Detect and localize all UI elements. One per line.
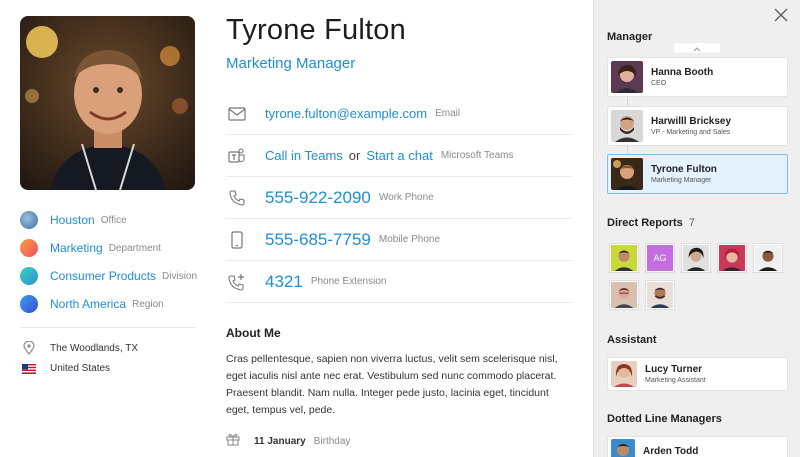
avatar: [611, 361, 637, 387]
profile-facts: Houston Office Marketing Department Cons…: [20, 206, 198, 318]
start-chat-link[interactable]: Start a chat: [366, 148, 432, 163]
direct-reports-count: 7: [688, 217, 695, 229]
direct-reports-label: Direct Reports: [607, 217, 683, 229]
chevron-up-icon: [693, 39, 701, 57]
avatar: [611, 439, 635, 457]
assistant-card[interactable]: Lucy Turner Marketing Assistant: [607, 357, 788, 391]
mobile-icon: [226, 229, 248, 251]
avatar: [611, 110, 643, 142]
card-name: Lucy Turner: [645, 364, 703, 375]
extension-label: Phone Extension: [310, 276, 387, 287]
contact-work-phone: 555-922-2090 Work Phone: [226, 177, 572, 219]
card-name: Arden Todd: [643, 445, 699, 457]
fact-department: Marketing Department: [20, 234, 196, 262]
manager-heading: Manager: [607, 31, 653, 43]
call-in-teams-link[interactable]: Call in Teams: [265, 148, 343, 163]
expand-chain-button[interactable]: [674, 43, 720, 53]
facts-divider: [20, 327, 196, 328]
contact-extension: 4321 Phone Extension: [226, 261, 572, 303]
assistant-heading: Assistant: [607, 334, 657, 346]
department-label: Department: [108, 242, 161, 254]
direct-report-avatar[interactable]: [753, 243, 783, 273]
card-title: VP - Marketing and Sales: [651, 129, 731, 136]
birthday-row: 11 January Birthday: [226, 432, 350, 451]
birthday-date: 11 January: [254, 436, 306, 447]
division-link[interactable]: Consumer Products: [50, 269, 156, 283]
direct-report-avatar[interactable]: [609, 243, 639, 273]
teams-or-text: or: [348, 148, 361, 163]
region-link[interactable]: North America: [50, 297, 126, 311]
direct-report-avatar[interactable]: [717, 243, 747, 273]
work-phone-label: Work Phone: [378, 192, 434, 203]
mobile-phone-label: Mobile Phone: [378, 234, 441, 245]
mobile-phone-link[interactable]: 555-685-7759: [265, 230, 371, 250]
teams-label: Microsoft Teams: [440, 150, 514, 161]
manager-card[interactable]: Hanna Booth CEO: [607, 57, 788, 97]
office-link[interactable]: Houston: [50, 213, 95, 227]
card-title: CEO: [651, 80, 667, 87]
fact-division: Consumer Products Division: [20, 262, 198, 290]
division-label: Division: [162, 270, 198, 282]
division-dot-icon: [20, 267, 38, 285]
office-label: Office: [100, 214, 127, 226]
department-dot-icon: [20, 239, 38, 257]
phone-icon: [226, 187, 248, 209]
close-icon[interactable]: [773, 7, 789, 23]
email-link[interactable]: tyrone.fulton@example.com: [265, 106, 427, 121]
work-phone-link[interactable]: 555-922-2090: [265, 188, 371, 208]
phone-extension-icon: [226, 271, 248, 293]
fact-region: North America Region: [20, 290, 196, 318]
dotted-manager-card[interactable]: Arden Todd: [607, 436, 788, 457]
card-name: Harwilll Bricksey: [651, 116, 732, 127]
region-dot-icon: [20, 295, 38, 313]
region-label: Region: [132, 298, 164, 310]
direct-report-avatar[interactable]: [609, 280, 639, 310]
contact-email: tyrone.fulton@example.com Email: [226, 93, 572, 135]
direct-report-avatar[interactable]: AG: [645, 243, 675, 273]
avatar: [611, 158, 643, 190]
gift-icon: [226, 432, 240, 451]
card-title: Marketing Assistant: [645, 377, 706, 384]
card-name: Hanna Booth: [651, 67, 714, 78]
city-text: The Woodlands, TX: [50, 342, 139, 354]
about-text: Cras pellentesque, sapien non viverra lu…: [226, 353, 558, 416]
profile-name: Tyrone Fulton: [226, 14, 406, 46]
avatar: [611, 61, 643, 93]
birthday-label: Birthday: [313, 436, 351, 447]
direct-report-avatar[interactable]: [645, 280, 675, 310]
department-link[interactable]: Marketing: [50, 241, 103, 255]
email-label: Email: [435, 108, 461, 119]
country-text: United States: [50, 363, 111, 374]
mail-icon: [226, 103, 248, 125]
profile-title: Marketing Manager: [226, 55, 356, 72]
direct-reports-heading: Direct Reports 7: [607, 217, 695, 229]
profile-photo: [20, 16, 195, 190]
card-title: Marketing Manager: [651, 177, 712, 184]
teams-icon: [226, 145, 248, 167]
office-photo-icon: [20, 211, 38, 229]
location-country: United States: [20, 363, 110, 374]
fact-office: Houston Office: [20, 206, 196, 234]
current-person-card[interactable]: Tyrone Fulton Marketing Manager: [607, 154, 788, 194]
location-city: The Woodlands, TX: [20, 341, 138, 355]
card-name: Tyrone Fulton: [651, 164, 717, 175]
dotted-line-heading: Dotted Line Managers: [607, 413, 722, 425]
manager-card[interactable]: Harwilll Bricksey VP - Marketing and Sal…: [607, 106, 788, 146]
initials-avatar: AG: [647, 245, 673, 271]
direct-report-avatar[interactable]: [681, 243, 711, 273]
map-pin-icon: [20, 341, 38, 355]
about-heading: About Me: [226, 326, 281, 340]
contact-mobile-phone: 555-685-7759 Mobile Phone: [226, 219, 572, 261]
contact-teams: Call in Teams or Start a chat Microsoft …: [226, 135, 572, 177]
us-flag-icon: [20, 363, 38, 374]
extension-link[interactable]: 4321: [265, 272, 303, 292]
